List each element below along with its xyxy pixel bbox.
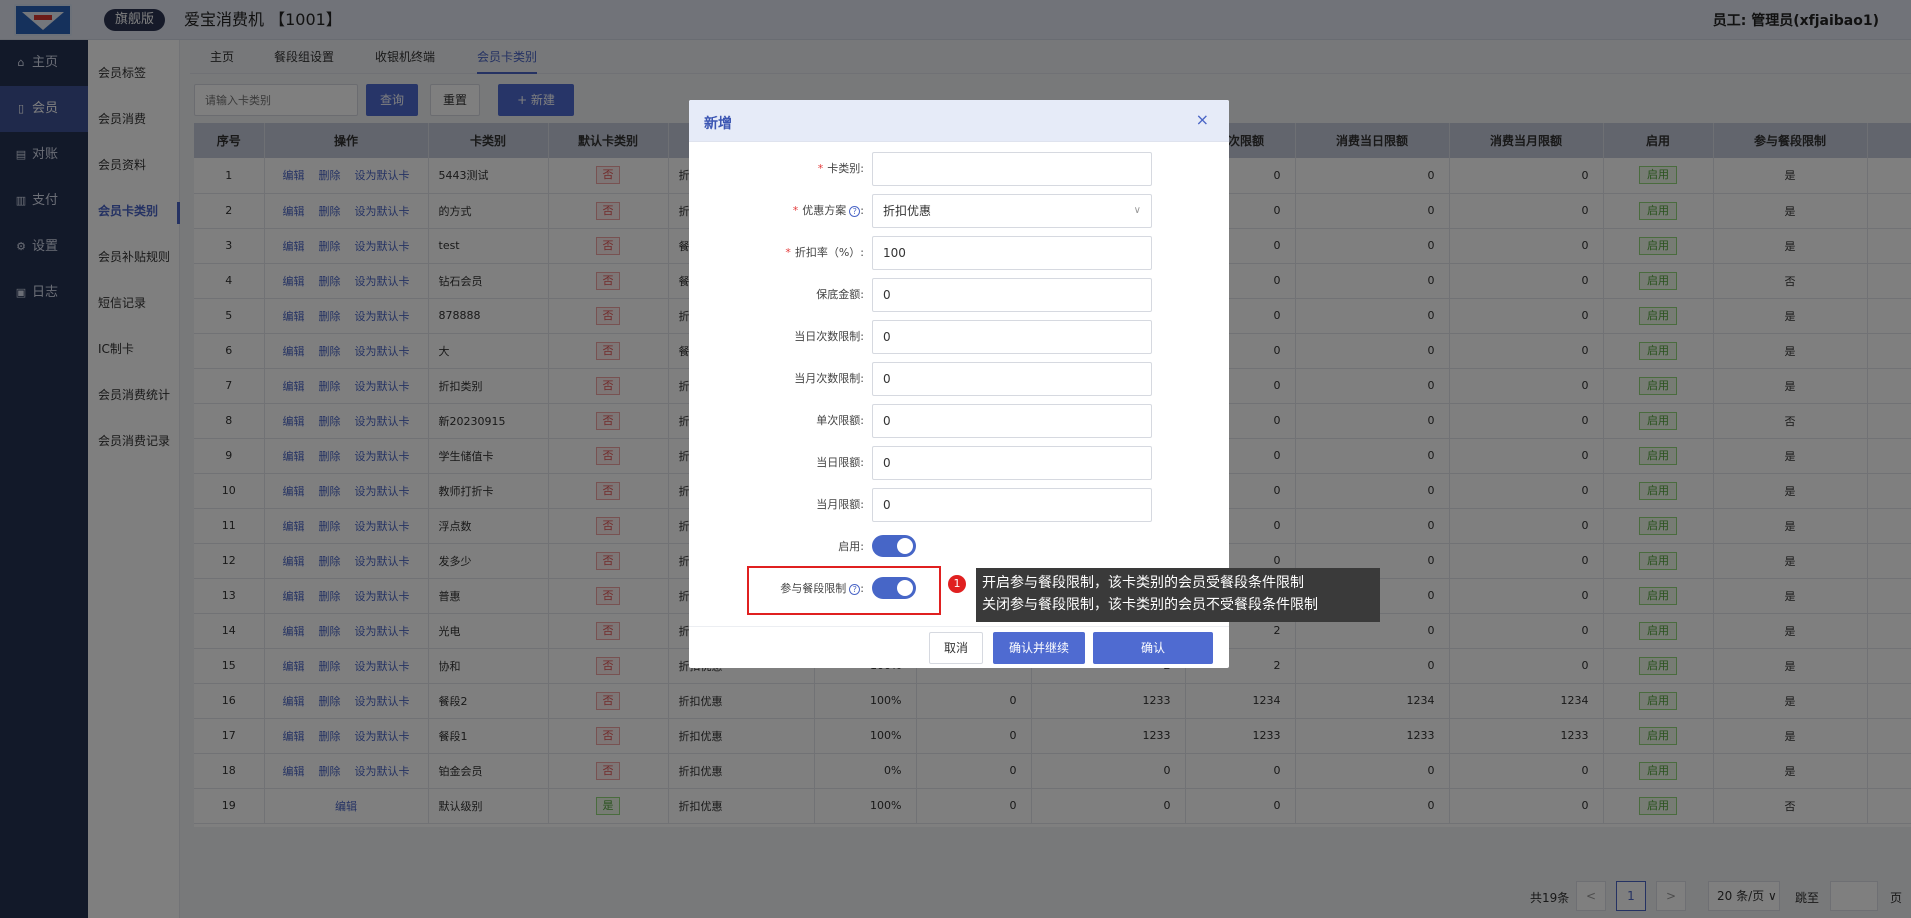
form-label-text: 当日次数限制: xyxy=(794,330,864,343)
switch-knob xyxy=(897,538,913,554)
dialog-title: 新增 xyxy=(704,116,732,132)
form-row: 当日次数限制: xyxy=(689,320,1229,354)
form-label: 当日限额: xyxy=(816,454,864,470)
form-label-text: 启用: xyxy=(838,540,864,553)
form-row: 单次限额: xyxy=(689,404,1229,438)
annotation-marker: 1 xyxy=(948,575,966,593)
daily-count-field[interactable] xyxy=(872,320,1152,354)
daily-limit-field[interactable] xyxy=(872,446,1152,480)
required-marker: * xyxy=(785,246,791,259)
form-row: * 卡类别: xyxy=(689,152,1229,186)
form-row: 启用: xyxy=(689,530,1229,564)
chevron-down-icon: ∨ xyxy=(1133,205,1141,216)
required-marker: * xyxy=(792,204,799,217)
form-label-text: 折扣率（%）: xyxy=(794,246,864,259)
form-label-text: 单次限额: xyxy=(816,414,864,427)
form-label: 当日次数限制: xyxy=(794,328,864,344)
form-label-text: 当月次数限制: xyxy=(794,372,864,385)
form-row: 当月限额: xyxy=(689,488,1229,522)
card-type-field[interactable] xyxy=(872,152,1152,186)
form-label: * 折扣率（%）: xyxy=(785,244,864,260)
minimum-amount-field[interactable] xyxy=(872,278,1152,312)
form-label-text: 卡类别: xyxy=(827,162,864,175)
form-label: * 卡类别: xyxy=(818,160,864,176)
form-label-text: 优惠方案 xyxy=(802,204,847,217)
monthly-limit-field[interactable] xyxy=(872,488,1152,522)
form-label-text: 当日限额: xyxy=(816,456,864,469)
form-label-text: 保底金额: xyxy=(816,288,864,301)
form-label: * 优惠方案?: xyxy=(792,204,864,217)
form-row: * 优惠方案?: 折扣优惠 ∨ xyxy=(689,194,1229,228)
form-row: 当月次数限制: xyxy=(689,362,1229,396)
form-row: * 折扣率（%）: xyxy=(689,236,1229,270)
select-value: 折扣优惠 xyxy=(883,204,932,218)
close-icon[interactable]: × xyxy=(1196,110,1209,129)
single-limit-field[interactable] xyxy=(872,404,1152,438)
annotation-line-2: 关闭参与餐段限制，该卡类别的会员不受餐段条件限制 xyxy=(982,597,1318,613)
discount-plan-select[interactable]: 折扣优惠 ∨ xyxy=(872,194,1152,228)
dialog-header: 新增 × xyxy=(689,100,1229,142)
discount-rate-field[interactable] xyxy=(872,236,1152,270)
meal-limit-highlight-box xyxy=(747,566,941,615)
help-icon[interactable]: ? xyxy=(849,206,861,217)
confirm-button[interactable]: 确认 xyxy=(1093,632,1213,664)
annotation-line-1: 开启参与餐段限制，该卡类别的会员受餐段条件限制 xyxy=(982,575,1304,591)
enabled-switch[interactable] xyxy=(872,535,916,557)
annotation-tooltip: 开启参与餐段限制，该卡类别的会员受餐段条件限制 关闭参与餐段限制，该卡类别的会员… xyxy=(976,568,1380,622)
required-marker: * xyxy=(817,162,824,175)
monthly-count-field[interactable] xyxy=(872,362,1152,396)
form-label-text: 当月限额: xyxy=(816,498,864,511)
form-row: 当日限额: xyxy=(689,446,1229,480)
dialog-footer: 取消 确认并继续 确认 xyxy=(689,626,1229,668)
form-label: 当月次数限制: xyxy=(794,370,864,386)
confirm-and-continue-button[interactable]: 确认并继续 xyxy=(993,632,1085,664)
form-label: 保底金额: xyxy=(816,286,864,302)
form-row: 保底金额: xyxy=(689,278,1229,312)
form-label: 单次限额: xyxy=(816,412,864,428)
cancel-button[interactable]: 取消 xyxy=(929,632,983,664)
form-label: 启用: xyxy=(838,538,864,554)
form-label: 当月限额: xyxy=(816,496,864,512)
